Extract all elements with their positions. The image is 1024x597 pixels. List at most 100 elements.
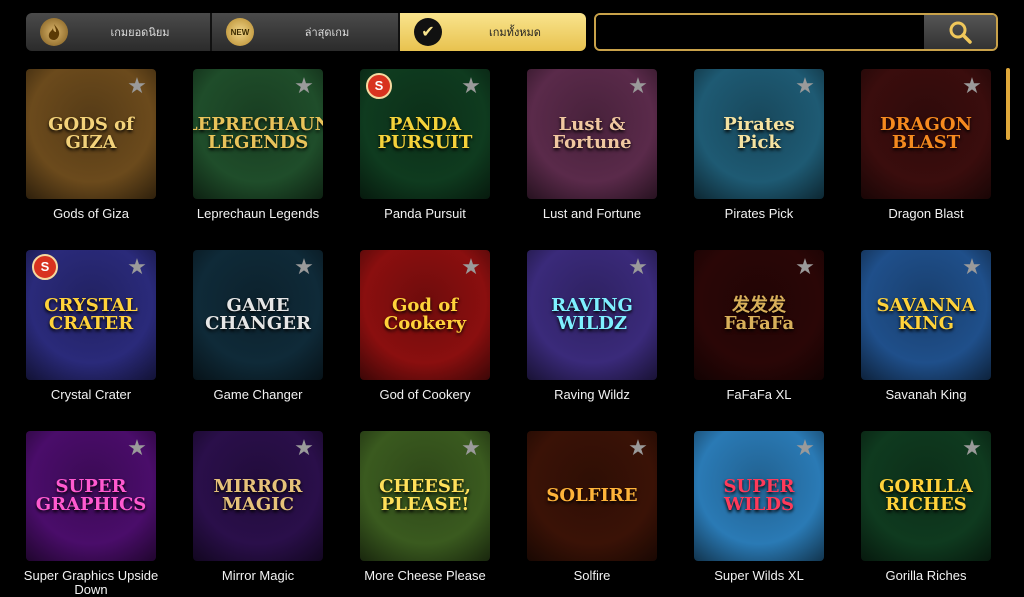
favorite-star-icon[interactable]: ★ [627, 75, 649, 97]
favorite-star-icon[interactable]: ★ [293, 75, 315, 97]
game-card[interactable]: CRYSTAL CRATER S ★ Crystal Crater [26, 250, 156, 402]
game-thumbnail[interactable]: God of Cookery ★ [360, 250, 490, 380]
game-thumbnail[interactable]: SUPER WILDS ★ [694, 431, 824, 561]
favorite-star-icon[interactable]: ★ [460, 437, 482, 459]
favorite-star-icon[interactable]: ★ [961, 437, 983, 459]
game-card[interactable]: Pirates Pick ★ Pirates Pick [694, 69, 824, 221]
game-title: Pirates Pick [724, 206, 794, 221]
game-title: Super Wilds XL [714, 568, 804, 583]
game-thumbnail[interactable]: GORILLA RICHES ★ [861, 431, 991, 561]
favorite-star-icon[interactable]: ★ [794, 256, 816, 278]
tab-latest-games[interactable]: NEW ล่าสุดเกม [212, 13, 400, 51]
game-card[interactable]: 发发发 FaFaFa ★ FaFaFa XL [694, 250, 824, 402]
game-card[interactable]: LEPRECHAUN LEGENDS ★ Leprechaun Legends [193, 69, 323, 221]
game-thumbnail[interactable]: PANDA PURSUIT S ★ [360, 69, 490, 199]
game-thumbnail[interactable]: 发发发 FaFaFa ★ [694, 250, 824, 380]
game-title: Lust and Fortune [542, 206, 642, 221]
game-card[interactable]: God of Cookery ★ God of Cookery [360, 250, 490, 402]
game-art-logo: Lust & Fortune [552, 114, 632, 153]
game-title: God of Cookery [379, 387, 471, 402]
game-card[interactable]: PANDA PURSUIT S ★ Panda Pursuit [360, 69, 490, 221]
game-title: Gods of Giza [53, 206, 129, 221]
favorite-star-icon[interactable]: ★ [961, 75, 983, 97]
favorite-star-icon[interactable]: ★ [460, 75, 482, 97]
game-thumbnail[interactable]: LEPRECHAUN LEGENDS ★ [193, 69, 323, 199]
game-thumbnail[interactable]: Lust & Fortune ★ [527, 69, 657, 199]
tab-all-games[interactable]: ✔ เกมทั้งหมด [400, 13, 586, 51]
search-button[interactable] [924, 15, 996, 49]
favorite-star-icon[interactable]: ★ [293, 437, 315, 459]
game-art-logo: CRYSTAL CRATER [44, 295, 138, 334]
game-thumbnail[interactable]: DRAGON BLAST ★ [861, 69, 991, 199]
game-title: FaFaFa XL [726, 387, 792, 402]
game-title: More Cheese Please [364, 568, 486, 583]
game-card[interactable]: RAVING WILDZ ★ Raving Wildz [527, 250, 657, 402]
game-art-logo: GORILLA RICHES [879, 476, 973, 515]
game-card[interactable]: CHEESE, PLEASE! ★ More Cheese Please [360, 431, 490, 583]
favorite-star-icon[interactable]: ★ [794, 437, 816, 459]
scrollbar-thumb[interactable] [1006, 68, 1010, 140]
favorite-star-icon[interactable]: ★ [627, 256, 649, 278]
game-thumbnail[interactable]: SUPER GRAPHICS ★ [26, 431, 156, 561]
game-card[interactable]: MIRROR MAGIC ★ Mirror Magic [193, 431, 323, 583]
tab-popular-label: เกมยอดนิยม [110, 27, 170, 39]
game-thumbnail[interactable]: MIRROR MAGIC ★ [193, 431, 323, 561]
favorite-star-icon[interactable]: ★ [293, 256, 315, 278]
special-badge-icon: S [366, 73, 392, 99]
game-thumbnail[interactable]: CHEESE, PLEASE! ★ [360, 431, 490, 561]
game-title: Solfire [573, 568, 611, 583]
game-art-logo: DRAGON BLAST [879, 114, 973, 153]
favorite-star-icon[interactable]: ★ [961, 256, 983, 278]
tab-all-label: เกมทั้งหมด [489, 27, 541, 39]
game-thumbnail[interactable]: RAVING WILDZ ★ [527, 250, 657, 380]
game-art-logo: SUPER WILDS [723, 476, 795, 515]
game-thumbnail[interactable]: SAVANNA KING ★ [861, 250, 991, 380]
game-card[interactable]: Lust & Fortune ★ Lust and Fortune [527, 69, 657, 221]
game-art-logo: RAVING WILDZ [551, 295, 633, 334]
game-title: Crystal Crater [50, 387, 132, 402]
game-art-logo: MIRROR MAGIC [213, 476, 303, 515]
game-art-logo: GAME CHANGER [205, 295, 311, 334]
game-thumbnail[interactable]: SOLFIRE ★ [527, 431, 657, 561]
game-title: Panda Pursuit [384, 206, 466, 221]
game-thumbnail[interactable]: CRYSTAL CRATER S ★ [26, 250, 156, 380]
game-art-logo: SOLFIRE [546, 485, 638, 506]
game-card[interactable]: GAME CHANGER ★ Game Changer [193, 250, 323, 402]
game-card[interactable]: SAVANNA KING ★ Savanah King [861, 250, 991, 402]
check-icon: ✔ [414, 18, 442, 46]
search-box [594, 13, 998, 51]
game-title: Savanah King [885, 387, 967, 402]
game-art-logo: Pirates Pick [723, 114, 795, 153]
game-art-logo: SUPER GRAPHICS [35, 476, 147, 515]
tab-latest-label: ล่าสุดเกม [304, 27, 350, 39]
game-card[interactable]: DRAGON BLAST ★ Dragon Blast [861, 69, 991, 221]
game-thumbnail[interactable]: Pirates Pick ★ [694, 69, 824, 199]
favorite-star-icon[interactable]: ★ [627, 437, 649, 459]
game-art-logo: LEPRECHAUN LEGENDS [193, 114, 323, 153]
game-title: Game Changer [213, 387, 303, 402]
game-card[interactable]: GORILLA RICHES ★ Gorilla Riches [861, 431, 991, 583]
game-art-logo: SAVANNA KING [876, 295, 976, 334]
favorite-star-icon[interactable]: ★ [794, 75, 816, 97]
game-art-logo: 发发发 FaFaFa [723, 295, 795, 334]
category-bar: เกมยอดนิยม NEW ล่าสุดเกม ✔ เกมทั้งหมด [26, 13, 1002, 51]
game-art-logo: GODS of GIZA [48, 114, 134, 153]
game-card[interactable]: GODS of GIZA ★ Gods of Giza [26, 69, 156, 221]
favorite-star-icon[interactable]: ★ [126, 75, 148, 97]
game-thumbnail[interactable]: GODS of GIZA ★ [26, 69, 156, 199]
favorite-star-icon[interactable]: ★ [126, 437, 148, 459]
game-thumbnail[interactable]: GAME CHANGER ★ [193, 250, 323, 380]
game-card[interactable]: SOLFIRE ★ Solfire [527, 431, 657, 583]
game-card[interactable]: SUPER WILDS ★ Super Wilds XL [694, 431, 824, 583]
search-input[interactable] [596, 15, 924, 49]
search-icon [949, 21, 972, 44]
tab-popular-games[interactable]: เกมยอดนิยม [26, 13, 212, 51]
game-card[interactable]: SUPER GRAPHICS ★ Super Graphics Upside Dow… [24, 431, 158, 597]
game-title: Raving Wildz [554, 387, 630, 402]
game-art-logo: CHEESE, PLEASE! [379, 476, 471, 515]
game-title: Mirror Magic [221, 568, 295, 583]
flame-icon [40, 18, 68, 46]
favorite-star-icon[interactable]: ★ [460, 256, 482, 278]
game-title: Leprechaun Legends [196, 206, 320, 221]
favorite-star-icon[interactable]: ★ [126, 256, 148, 278]
